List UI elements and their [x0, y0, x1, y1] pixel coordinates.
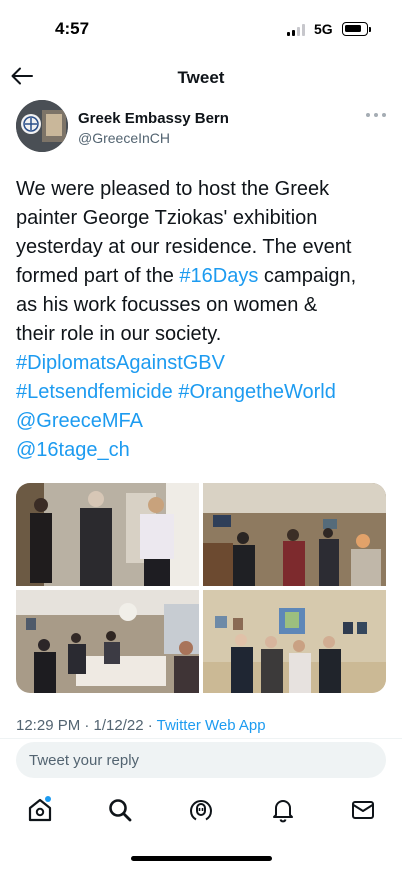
tweet-timestamp: 12:29 PM · 1/12/22 ·	[16, 717, 157, 734]
tweet-text-line: We were pleased to host the Greek	[16, 175, 388, 204]
tweet-text-segment: campaign,	[258, 265, 357, 287]
more-options-icon[interactable]	[366, 110, 386, 120]
tweet-text-line: as his work focusses on women &	[16, 291, 388, 320]
tweet-source-link[interactable]: Twitter Web App	[157, 717, 266, 734]
battery-icon	[342, 22, 368, 36]
mail-icon	[352, 801, 374, 819]
tweet-text-segment: as his work focusses on women &	[16, 294, 318, 316]
spaces-icon	[190, 800, 212, 821]
tweet-author: Greek Embassy Bern @GreeceInCH	[16, 100, 386, 156]
tweet-text-line: painter George Tziokas' exhibition	[16, 204, 388, 233]
tab-search[interactable]	[106, 796, 134, 824]
tweet-text-line: their role in our society.	[16, 320, 388, 349]
divider	[0, 738, 402, 739]
tweet-text-line: #Letsendfemicide #OrangetheWorld	[16, 378, 388, 407]
notification-dot	[45, 796, 51, 802]
tweet-media-grid[interactable]	[16, 483, 386, 693]
tweet-photo-4[interactable]	[203, 590, 386, 693]
hashtag-link[interactable]: #OrangetheWorld	[178, 381, 336, 403]
tweet-text-line: formed part of the #16Days campaign,	[16, 262, 388, 291]
hashtag-link[interactable]: #DiplomatsAgainstGBV	[16, 352, 225, 374]
home-indicator	[131, 856, 272, 861]
tweet-text-segment: painter George Tziokas' exhibition	[16, 207, 318, 229]
mention-link[interactable]: @16tage_ch	[16, 439, 130, 461]
author-handle[interactable]: @GreeceInCH	[78, 130, 170, 146]
tweet-text-segment: yesterday at our residence. The event	[16, 236, 352, 258]
tweet-text-line: @GreeceMFA	[16, 407, 388, 436]
battery-cap	[369, 27, 371, 32]
tab-spaces[interactable]	[187, 796, 215, 824]
status-bar: 4:57 5G	[0, 0, 402, 58]
tweet-text-segment: We were pleased to host the Greek	[16, 178, 330, 200]
network-type: 5G	[314, 21, 333, 37]
reply-input[interactable]: Tweet your reply	[16, 742, 386, 778]
bottom-tab-bar	[0, 790, 402, 834]
tab-messages[interactable]	[349, 796, 377, 824]
status-time: 4:57	[55, 19, 90, 38]
hashtag-link[interactable]: #Letsendfemicide	[16, 381, 173, 403]
tweet-text-segment: formed part of the	[16, 265, 180, 287]
page-title: Tweet	[177, 68, 225, 87]
tweet-photo-2[interactable]	[203, 483, 386, 586]
tweet-text-segment: their role in our society.	[16, 323, 222, 345]
tweet-text-line: #DiplomatsAgainstGBV	[16, 349, 388, 378]
tweet-text-line: yesterday at our residence. The event	[16, 233, 388, 262]
bell-icon	[273, 800, 293, 823]
tweet-text: We were pleased to host the Greek painter…	[16, 175, 388, 465]
avatar[interactable]	[16, 100, 68, 152]
tab-notifications[interactable]	[269, 796, 297, 824]
top-nav: Tweet	[0, 58, 402, 98]
tweet-photo-1[interactable]	[16, 483, 199, 586]
author-name[interactable]: Greek Embassy Bern	[78, 110, 229, 127]
search-icon	[109, 799, 132, 822]
hashtag-link[interactable]: #16Days	[179, 265, 258, 287]
tweet-meta: 12:29 PM · 1/12/22 · Twitter Web App	[16, 717, 266, 734]
cellular-signal-icon	[287, 24, 307, 36]
reply-placeholder: Tweet your reply	[29, 752, 140, 769]
mention-link[interactable]: @GreeceMFA	[16, 410, 143, 432]
tweet-photo-3[interactable]	[16, 590, 199, 693]
tweet-text-line: @16tage_ch	[16, 436, 388, 465]
